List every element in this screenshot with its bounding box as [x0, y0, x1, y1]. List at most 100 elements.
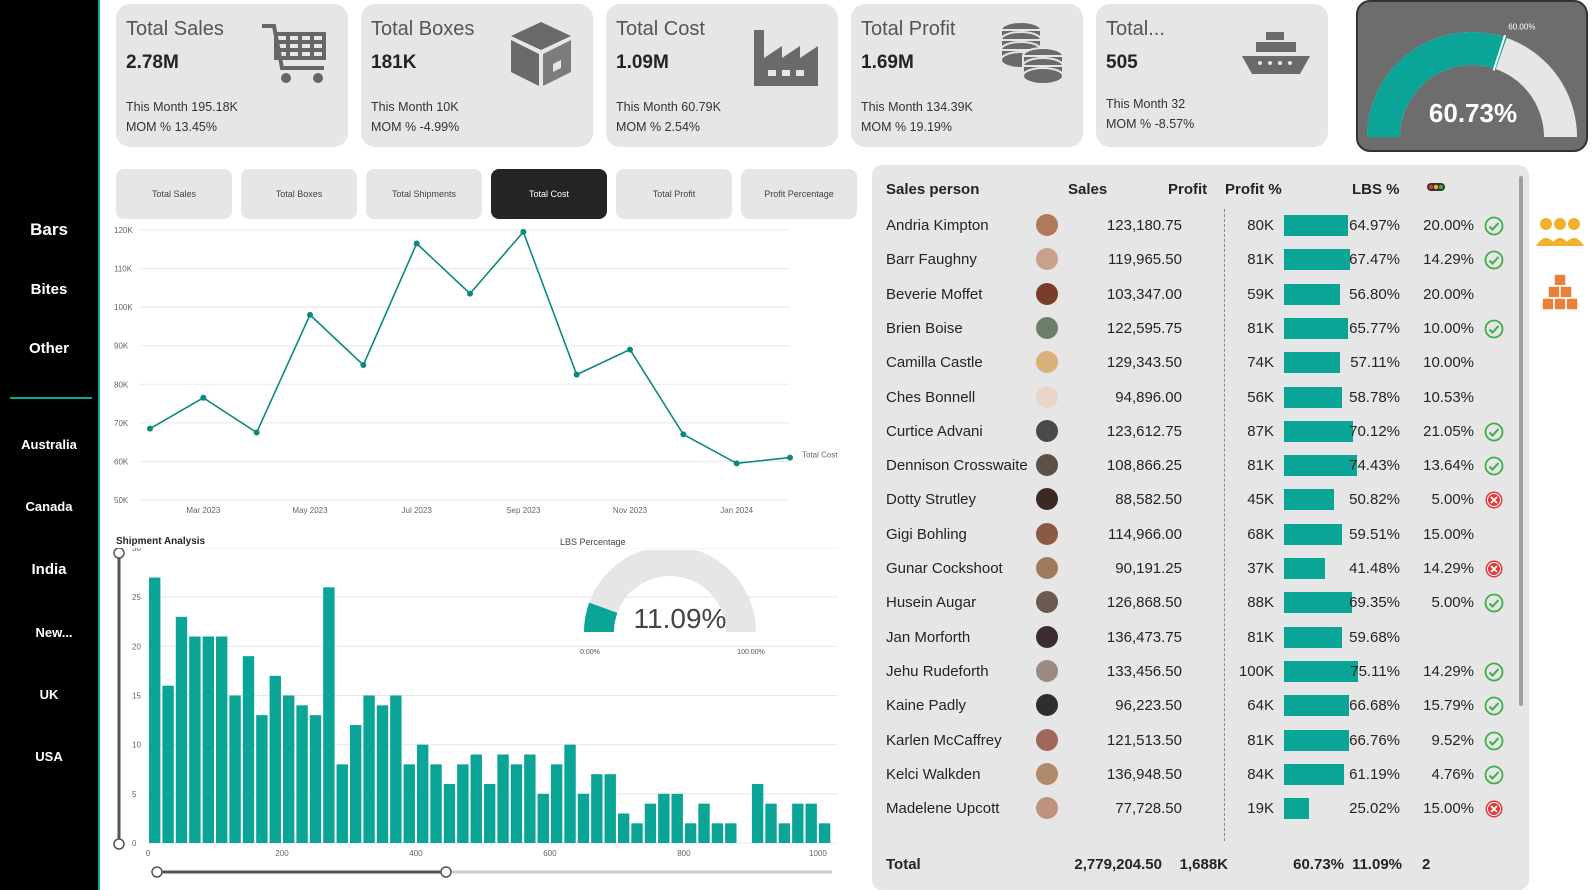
gauge-max-label: 100.00%: [737, 649, 765, 656]
histogram-bar: [470, 754, 482, 843]
kpi-value: 2.78M: [126, 52, 179, 73]
sidebar-item-new[interactable]: New...: [0, 625, 98, 640]
avatar: [1036, 625, 1058, 648]
histogram-bar: [336, 764, 348, 843]
table-row[interactable]: Camilla Castle 129,343.50 74K 57.11% 10.00%: [872, 346, 1512, 380]
cell-profit-pct: 25.02%: [1349, 800, 1400, 818]
histogram-bar: [698, 803, 710, 843]
table-row[interactable]: Jehu Rudeforth 133,456.50 100K 75.11% 14.29%: [872, 655, 1512, 689]
histogram-bar: [457, 764, 469, 843]
column-header-sales[interactable]: Sales: [1068, 181, 1107, 198]
sidebar-item-australia[interactable]: Australia: [0, 437, 98, 452]
stacked-boxes-icon[interactable]: [1540, 272, 1580, 312]
tab-total-cost[interactable]: Total Cost: [491, 169, 607, 219]
table-row[interactable]: Gigi Bohling 114,966.00 68K 59.51% 15.00%: [872, 518, 1512, 552]
cell-sales-person: Beverie Moffet: [886, 285, 983, 303]
sidebar-item-usa[interactable]: USA: [0, 749, 98, 764]
avatar: [1036, 797, 1058, 820]
kpi-title: Total Boxes: [371, 18, 475, 40]
tab-total-profit[interactable]: Total Profit: [616, 169, 732, 219]
table-row[interactable]: Andria Kimpton 123,180.75 80K 64.97% 20.00%: [872, 209, 1512, 243]
cell-profit: 87K: [1247, 422, 1274, 440]
cell-sales: 96,223.50: [1115, 697, 1182, 715]
sidebar-item-other[interactable]: Other: [0, 340, 98, 357]
histogram-bar: [430, 764, 442, 843]
cell-profit: 80K: [1247, 217, 1274, 234]
total-label: Total: [886, 856, 921, 873]
y-tick-label: 110K: [114, 265, 133, 274]
cell-profit-pct: 65.77%: [1349, 319, 1400, 337]
data-point: [413, 240, 420, 247]
sidebar-item-bites[interactable]: Bites: [0, 281, 98, 298]
tab-profit-percentage[interactable]: Profit Percentage: [741, 169, 857, 219]
kpi-card-total-boxes: Total Boxes 181K This Month 10K MOM % -4…: [361, 4, 593, 147]
check-circle-icon: [1484, 662, 1504, 682]
check-circle-icon: [1484, 731, 1504, 750]
y-tick-label: 5: [132, 790, 137, 799]
cell-profit-pct: 66.68%: [1349, 697, 1400, 715]
y-tick-label: 30: [132, 548, 141, 553]
x-tick-label: 600: [543, 849, 557, 858]
table-scrollbar[interactable]: [1519, 176, 1523, 706]
table-row[interactable]: Curtice Advani 123,612.75 87K 70.12% 21.05%: [872, 415, 1512, 449]
sidebar-item-bars[interactable]: Bars: [0, 220, 98, 240]
series-label: Total Cost: [802, 451, 838, 460]
avatar: [1036, 762, 1058, 785]
tab-total-shipments[interactable]: Total Shipments: [366, 169, 482, 219]
avatar: [1036, 694, 1058, 717]
table-row[interactable]: Karlen McCaffrey 121,513.50 81K 66.76% 9.52%: [872, 724, 1512, 758]
column-header-profit-pct[interactable]: Profit %: [1225, 181, 1282, 198]
histogram-bar: [309, 715, 322, 843]
data-point: [627, 346, 633, 353]
table-row[interactable]: Kelci Walkden 136,948.50 84K 61.19% 4.76%: [872, 758, 1512, 792]
cell-profit-pct: 57.11%: [1350, 354, 1400, 372]
data-point: [733, 460, 740, 467]
column-header-profit[interactable]: Profit: [1168, 181, 1207, 198]
cell-sales: 114,966.00: [1108, 525, 1182, 543]
table-body[interactable]: Andria Kimpton 123,180.75 80K 64.97% 20.00% B…: [872, 209, 1512, 841]
sidebar-item-canada[interactable]: Canada: [0, 499, 98, 514]
check-circle-icon: [1484, 456, 1504, 476]
people-icon[interactable]: [1534, 216, 1586, 250]
table-row[interactable]: Dotty Strutley 88,582.50 45K 50.82% 5.00%: [872, 483, 1512, 517]
table-row[interactable]: Dennison Crosswaite 108,866.25 81K 74.43% 13…: [872, 449, 1512, 483]
tab-total-boxes[interactable]: Total Boxes: [241, 169, 357, 219]
column-header-sales-person[interactable]: Sales person: [886, 181, 979, 198]
data-point: [200, 394, 207, 401]
histogram-bar: [390, 695, 402, 843]
column-header-lbs-pct[interactable]: LBS %: [1352, 181, 1400, 198]
table-row[interactable]: Kaine Padly 96,223.50 64K 66.68% 15.79%: [872, 689, 1512, 723]
cell-profit-pct: 75.11%: [1350, 662, 1400, 680]
y-tick-label: 0: [132, 839, 137, 848]
table-row[interactable]: Barr Faughny 119,965.50 81K 67.47% 14.29%: [872, 243, 1512, 277]
table-row[interactable]: Gunar Cockshoot 90,191.25 37K 41.48% 14.29%: [872, 552, 1512, 586]
histogram-bar: [778, 823, 791, 843]
histogram-bar: [617, 813, 630, 843]
cell-lbs-pct: 14.29%: [1423, 251, 1474, 269]
sidebar-item-uk[interactable]: UK: [0, 687, 98, 702]
avatar: [1036, 419, 1058, 442]
table-row[interactable]: Madelene Upcott 77,728.50 19K 25.02% 15.00%: [872, 792, 1512, 826]
cell-sales: 129,343.50: [1106, 354, 1182, 372]
histogram-bar: [524, 754, 536, 843]
cell-lbs-pct: 14.29%: [1423, 560, 1474, 577]
y-range-slider-handle[interactable]: [113, 838, 125, 850]
cell-sales: 103,347.00: [1106, 285, 1182, 303]
x-range-slider-handle[interactable]: [440, 866, 452, 878]
x-range-slider-handle[interactable]: [151, 866, 163, 878]
cell-sales-person: Gunar Cockshoot: [886, 560, 1003, 577]
sidebar-item-india[interactable]: India: [0, 561, 98, 578]
table-row[interactable]: Beverie Moffet 103,347.00 59K 56.80% 20.00%: [872, 278, 1512, 312]
kpi-title: Total Cost: [616, 18, 705, 40]
histogram-bar: [443, 784, 456, 843]
table-row[interactable]: Ches Bonnell 94,896.00 56K 58.78% 10.53%: [872, 381, 1512, 415]
table-row[interactable]: Brien Boise 122,595.75 81K 65.77% 10.00%: [872, 312, 1512, 346]
cell-sales: 77,728.50: [1115, 800, 1182, 818]
table-row[interactable]: Husein Augar 126,868.50 88K 69.35% 5.00%: [872, 586, 1512, 620]
y-range-slider-handle[interactable]: [113, 548, 125, 559]
cell-sales-person: Dotty Strutley: [886, 491, 977, 509]
tab-total-sales[interactable]: Total Sales: [116, 169, 232, 219]
histogram-bar: [577, 793, 590, 843]
x-tick-label: 0: [146, 849, 151, 858]
table-row[interactable]: Jan Morforth 136,473.75 81K 59.68%: [872, 621, 1512, 655]
